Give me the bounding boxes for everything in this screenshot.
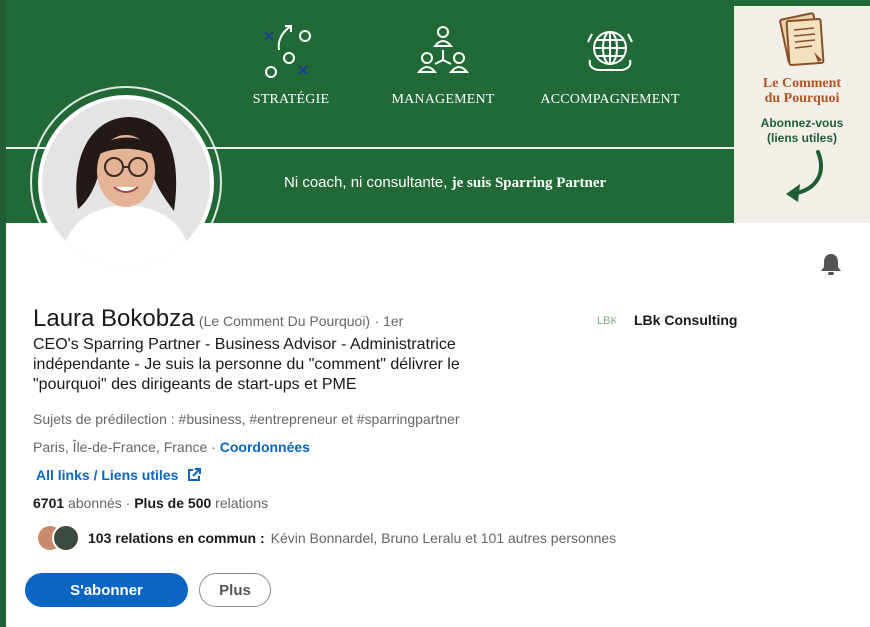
profile-name: Laura Bokobza — [33, 305, 195, 332]
pillar-label-management: MANAGEMENT — [391, 92, 495, 107]
profile-headline: CEO's Sparring Partner - Business Adviso… — [33, 336, 460, 393]
profile-stats: 6701 abonnés · Plus de 500 relations — [33, 495, 268, 511]
promo-cta-line2: (liens utiles) — [766, 131, 837, 145]
website-link-label: All links / Liens utiles — [36, 467, 179, 483]
mutual-avatars — [36, 522, 82, 554]
curved-arrow-icon — [786, 150, 823, 202]
pillar-management: MANAGEMENT — [358, 20, 528, 108]
pillar-accompagnement: ACCOMPAGNEMENT — [525, 20, 695, 108]
company-logo-text: LBK — [597, 315, 616, 327]
followers-count: 6701 — [33, 495, 65, 511]
stats-separator: · — [125, 495, 131, 511]
bell-icon[interactable] — [820, 252, 842, 276]
more-button[interactable]: Plus — [199, 573, 271, 607]
pillar-label-accompagnement: ACCOMPAGNEMENT — [540, 92, 680, 107]
mutual-names: Kévin Bonnardel, Bruno Leralu et 101 aut… — [270, 530, 617, 546]
follow-button[interactable]: S'abonner — [25, 573, 188, 607]
mutual-avatar-2 — [52, 524, 80, 552]
name-line: Laura Bokobza (Le Comment Du Pourquoi) ·… — [33, 305, 403, 333]
company-link[interactable]: LBK LBk Consulting — [596, 310, 737, 330]
connection-degree: · 1er — [374, 313, 404, 329]
profile-pronoun: (Le Comment Du Pourquoi) — [198, 313, 371, 329]
team-hierarchy-icon — [416, 26, 470, 73]
external-link-icon — [188, 468, 202, 481]
location-text: Paris, Île-de-France, France · — [33, 439, 216, 455]
tagline-prefix: Ni coach, ni consultante, — [284, 174, 448, 191]
promo-title-line1: Le Comment — [762, 76, 842, 91]
contact-info-link[interactable]: Coordonnées — [220, 439, 310, 455]
document-icon — [779, 12, 825, 66]
pillar-strategie: STRATÉGIE — [206, 20, 376, 108]
profile-location: Paris, Île-de-France, France · Coordonné… — [33, 439, 310, 455]
globe-icon — [587, 31, 633, 71]
tagline-emphasis: je suis Sparring Partner — [451, 175, 607, 191]
banner-tagline: Ni coach, ni consultante, je suis Sparri… — [284, 174, 704, 192]
connections-count: Plus de 500 — [134, 495, 212, 511]
avatar[interactable] — [38, 95, 214, 271]
website-link[interactable]: All links / Liens utiles — [36, 467, 202, 483]
followers-label: abonnés — [68, 495, 122, 511]
promo-cta-line1: Abonnez-vous — [760, 116, 844, 130]
company-name: LBk Consulting — [634, 312, 738, 328]
profile-topics: Sujets de prédilection : #business, #ent… — [33, 411, 460, 427]
promo-panel[interactable]: Le Comment du Pourquoi Abonnez-vous (lie… — [734, 6, 870, 223]
company-logo-icon: LBK — [596, 310, 616, 330]
mutual-connections[interactable]: 103 relations en commun : Kévin Bonnarde… — [36, 522, 616, 554]
promo-title-line2: du Pourquoi — [764, 91, 840, 106]
connections-label: relations — [215, 495, 269, 511]
strategy-play-icon — [264, 25, 311, 78]
mutual-count: 103 relations en commun : — [88, 530, 265, 546]
pillar-label-strategie: STRATÉGIE — [252, 92, 330, 107]
profile-photo — [42, 99, 210, 267]
